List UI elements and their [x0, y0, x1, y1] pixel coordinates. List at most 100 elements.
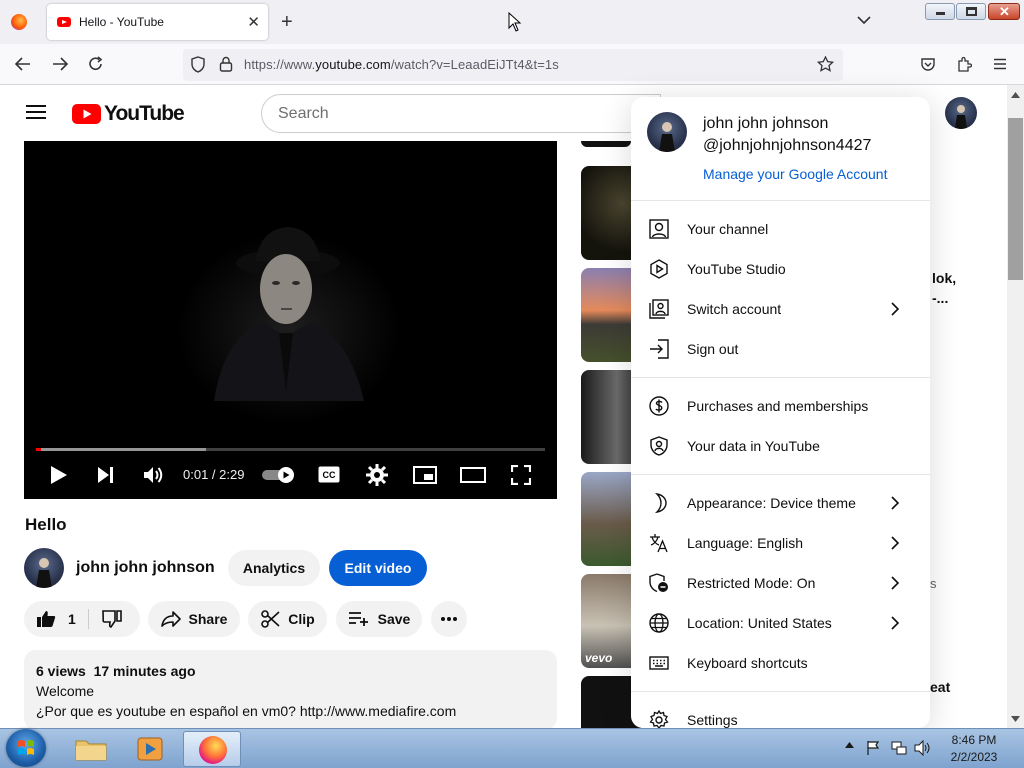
- app-menu-icon[interactable]: [993, 58, 1007, 70]
- studio-icon: [650, 259, 668, 279]
- list-all-tabs-icon[interactable]: [857, 15, 871, 25]
- folder-icon: [75, 740, 107, 761]
- manage-google-account-link[interactable]: Manage your Google Account: [703, 166, 887, 182]
- extensions-icon[interactable]: [956, 56, 972, 73]
- thumbs-down-icon: [102, 610, 122, 628]
- menu-item-label: Your data in YouTube: [687, 438, 820, 454]
- menu-item-label: Restricted Mode: On: [687, 575, 816, 591]
- menu-divider: [631, 691, 930, 692]
- menu-item-label: Language: English: [687, 535, 803, 551]
- person-icon: [649, 219, 669, 239]
- scissors-icon: [261, 610, 280, 628]
- scroll-down-arrow[interactable]: [1011, 716, 1020, 722]
- bookmark-star-icon[interactable]: [817, 56, 834, 72]
- network-icon[interactable]: [891, 740, 907, 756]
- back-button[interactable]: [15, 57, 31, 71]
- menu-item-appearance[interactable]: Appearance: Device theme: [631, 483, 930, 523]
- analytics-button[interactable]: Analytics: [228, 550, 320, 586]
- more-horizontal-icon: [441, 617, 457, 621]
- svg-text:CC: CC: [323, 470, 336, 480]
- browser-tab-active[interactable]: Hello - YouTube ✕: [47, 4, 268, 40]
- menu-item-purchases[interactable]: Purchases and memberships: [631, 386, 930, 426]
- menu-item-location[interactable]: Location: United States: [631, 603, 930, 643]
- next-button[interactable]: [97, 466, 115, 484]
- taskbar-clock[interactable]: 8:46 PM 2/2/2023: [944, 733, 1004, 764]
- tab-close-icon[interactable]: ✕: [247, 13, 260, 31]
- new-tab-button[interactable]: +: [281, 11, 293, 34]
- tracking-protection-shield-icon[interactable]: [190, 56, 206, 73]
- settings-gear-icon[interactable]: [366, 464, 388, 486]
- gear-icon: [649, 710, 669, 728]
- chevron-right-icon: [891, 616, 900, 630]
- menu-item-settings[interactable]: Settings: [631, 700, 930, 728]
- description-box[interactable]: 6 views 17 minutes ago Welcome ¿Por que …: [24, 650, 557, 730]
- autoplay-toggle[interactable]: [261, 466, 297, 484]
- video-player[interactable]: [24, 141, 557, 499]
- edit-video-button[interactable]: Edit video: [329, 550, 427, 586]
- menu-item-restricted-mode[interactable]: Restricted Mode: On: [631, 563, 930, 603]
- like-count: 1: [68, 611, 76, 627]
- taskbar-explorer-button[interactable]: [62, 731, 120, 767]
- header-avatar[interactable]: [945, 97, 977, 129]
- window-restore-button[interactable]: [956, 3, 986, 20]
- show-hidden-icons-button[interactable]: [845, 742, 854, 748]
- taskbar-firefox-button[interactable]: [183, 731, 241, 767]
- volume-icon[interactable]: [143, 465, 165, 485]
- subtitles-icon[interactable]: CC: [318, 466, 340, 483]
- menu-item-sign-out[interactable]: Sign out: [631, 329, 930, 369]
- switch-account-icon: [649, 299, 669, 319]
- taskbar-media-player-button[interactable]: [121, 731, 179, 767]
- menu-divider: [631, 377, 930, 378]
- action-center-flag-icon[interactable]: [866, 740, 880, 756]
- account-name: john john johnson: [703, 115, 829, 132]
- menu-item-keyboard-shortcuts[interactable]: Keyboard shortcuts: [631, 643, 930, 683]
- theater-mode-icon[interactable]: [460, 466, 486, 484]
- fullscreen-icon[interactable]: [511, 465, 531, 485]
- like-button[interactable]: 1: [36, 610, 76, 628]
- start-button[interactable]: [6, 729, 46, 767]
- youtube-logo[interactable]: YouTube: [72, 102, 185, 126]
- recommended-title-partial[interactable]: s: [930, 576, 937, 591]
- menu-item-your-data[interactable]: Your data in YouTube: [631, 426, 930, 466]
- save-button[interactable]: Save: [336, 601, 422, 637]
- recommended-title-partial[interactable]: lok,: [932, 270, 956, 286]
- guide-menu-icon[interactable]: [26, 104, 46, 120]
- search-input[interactable]: Search: [261, 94, 661, 133]
- forward-button[interactable]: [52, 57, 68, 71]
- pocket-icon[interactable]: [920, 57, 936, 72]
- menu-item-your-channel[interactable]: Your channel: [631, 209, 930, 249]
- menu-item-language[interactable]: Language: English: [631, 523, 930, 563]
- window-minimize-button[interactable]: [925, 3, 955, 20]
- translate-icon: [650, 534, 668, 553]
- media-player-icon: [137, 737, 163, 761]
- channel-name[interactable]: john john johnson: [76, 559, 215, 577]
- search-placeholder: Search: [278, 105, 329, 122]
- menu-item-youtube-studio[interactable]: YouTube Studio: [631, 249, 930, 289]
- player-progress-bar[interactable]: [36, 448, 545, 451]
- recommended-thumbnail[interactable]: [581, 141, 631, 147]
- clip-label: Clip: [288, 611, 315, 627]
- windows-logo-icon: [18, 740, 34, 755]
- menu-item-label: Settings: [687, 712, 738, 728]
- clip-button[interactable]: Clip: [248, 601, 327, 637]
- recommended-title-partial[interactable]: eat: [930, 679, 950, 695]
- page-scrollbar-thumb[interactable]: [1008, 118, 1023, 280]
- miniplayer-icon[interactable]: [413, 466, 437, 484]
- share-button[interactable]: Share: [148, 601, 240, 637]
- url-text[interactable]: https://www.youtube.com/watch?v=LeaadEiJ…: [244, 57, 559, 72]
- vevo-label: vevo: [585, 651, 613, 665]
- window-close-button[interactable]: ✕: [988, 3, 1020, 20]
- scroll-up-arrow[interactable]: [1011, 92, 1020, 98]
- play-button[interactable]: [50, 465, 68, 485]
- channel-avatar[interactable]: [24, 548, 64, 588]
- dislike-button[interactable]: [102, 610, 122, 628]
- menu-item-switch-account[interactable]: Switch account: [631, 289, 930, 329]
- recommended-title-partial[interactable]: -...: [932, 290, 948, 306]
- firefox-menu-icon[interactable]: [11, 14, 27, 30]
- reload-button[interactable]: [88, 56, 104, 72]
- volume-tray-icon[interactable]: [914, 740, 932, 756]
- save-label: Save: [377, 611, 411, 627]
- lock-icon[interactable]: [219, 56, 233, 72]
- more-actions-button[interactable]: [431, 601, 467, 637]
- share-icon: [160, 611, 181, 627]
